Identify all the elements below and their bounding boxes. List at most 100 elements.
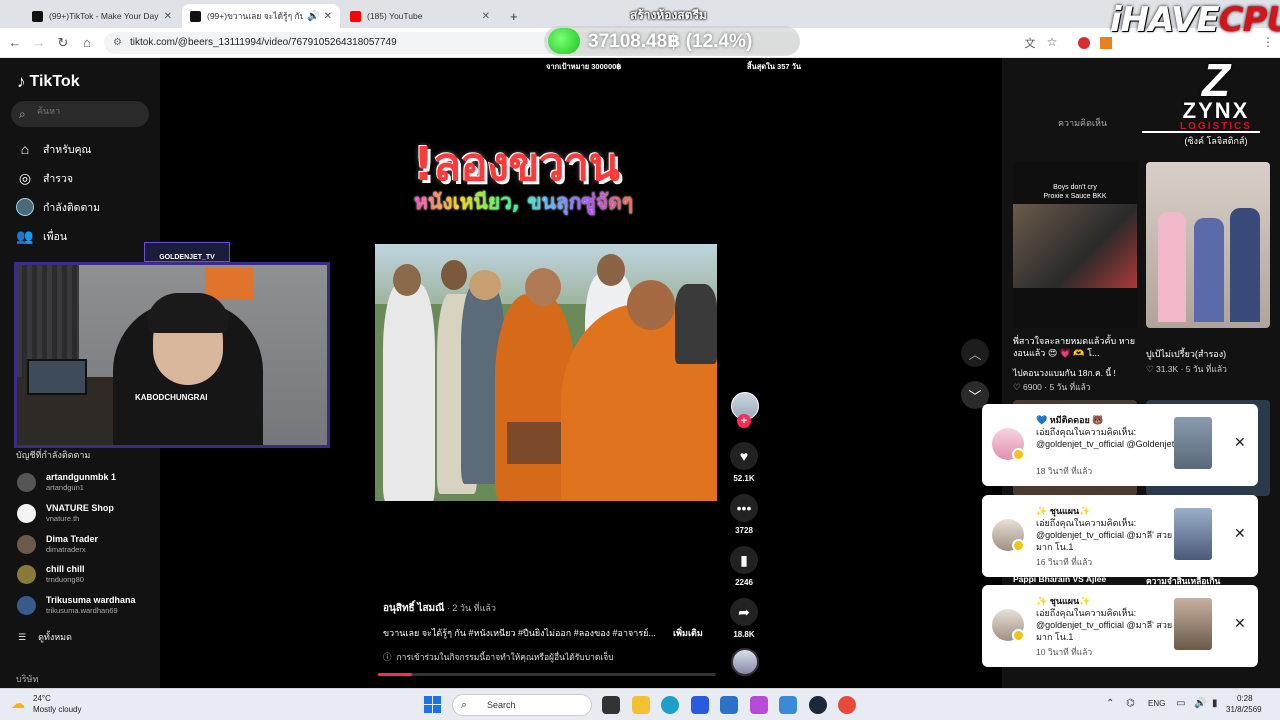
related-video-thumbnail[interactable]: Boys don't cry Proxie x Sauce BKK [1013,162,1137,328]
site-info-icon[interactable]: ⚙ [113,37,122,48]
mention-notification[interactable]: 💙 หมีติดดอย 🐻 เอ่ยถึงคุณในความคิดเห็น: @… [982,404,1258,486]
nav-following[interactable]: กำลังติดตาม [16,197,100,217]
donation-goal-bar: 37108.48฿ (12.4%) [544,26,800,56]
nav-label: กำลังติดตาม [43,201,101,214]
tab-close-icon[interactable]: ✕ [482,11,490,22]
related-video-title[interactable]: พี่สาวใจละลายหมดแล้วคั้บ หายงอนแล้ว 😍 💗 … [1013,335,1137,359]
close-icon[interactable]: ✕ [1234,615,1246,632]
tab-title: (99+)ขวานเลย จะได้รู้ๆ กัน #หนั [207,11,304,21]
related-video-thumbnail[interactable] [1146,162,1270,328]
comment-button[interactable]: ••• 3728 [729,494,759,535]
network-icon[interactable]: ⌬ [1126,698,1135,709]
tab-mute-icon[interactable]: 🔊 [307,11,319,22]
task-view-icon[interactable] [602,696,620,714]
steam-icon[interactable] [809,696,827,714]
volume-icon[interactable]: 🔊 [1194,698,1206,709]
store-icon[interactable] [720,696,738,714]
pen-app-icon[interactable] [691,696,709,714]
officer-figure [383,284,435,501]
language-indicator[interactable]: ENG [1148,699,1165,708]
home-icon[interactable]: ⌂ [79,35,95,50]
tab-comments[interactable]: ความคิดเห็น [1058,116,1107,130]
forward-icon[interactable]: → [31,35,47,50]
copilot-icon[interactable] [750,696,768,714]
thumb-image [1013,204,1137,288]
streamer-hair [147,293,229,333]
like-button[interactable]: ♥ 52.1K [729,442,759,483]
following-account[interactable]: chill chill trnduong80 [17,564,85,584]
tab-youtube[interactable]: (185) YouTube ✕ [342,4,498,28]
bookmark-star-icon[interactable]: ☆ [1044,35,1060,49]
clock-time[interactable]: 0:28 [1237,694,1253,703]
compass-icon: ◎ [18,169,32,186]
following-account[interactable]: Dima Trader dimatraderx [17,534,98,554]
related-video-meta: ♡ 6900 · 5 วัน ที่แล้ว [1013,382,1091,392]
share-button[interactable]: ➦ 18.8K [729,598,759,639]
video-progress-fill [378,673,412,676]
new-tab-button[interactable]: + [502,4,522,28]
donation-remaining-text: สิ้นสุดใน 357 วัน [747,62,801,71]
nav-for-you[interactable]: ⌂ สำหรับคุณ [16,139,92,159]
battery-icon[interactable]: ▮ [1212,698,1218,709]
tiktok-note-icon: ♪ [17,72,26,91]
start-button[interactable] [424,696,442,714]
translate-icon[interactable]: 文 [1022,35,1038,51]
see-all-button[interactable]: ☰ ดูทั้งหมด [18,630,72,644]
following-account[interactable]: artandgunmbk 1 artandgun1 [17,472,116,492]
video-author[interactable]: อนุสิทธิ์ ไสมณี · 2 วัน ที่แล้ว [383,601,496,616]
video-progress-bar[interactable] [378,673,716,676]
back-icon[interactable]: ← [7,35,23,50]
following-account[interactable]: Trikusuma wardhana trikusuma.wardhan69 [17,595,136,615]
thumb-figure [1194,218,1224,322]
close-icon[interactable]: ✕ [1234,525,1246,542]
display-icon[interactable]: ▭ [1176,698,1185,709]
webcam-frame: KABODCHUNGRAI [14,262,330,448]
tab-close-icon[interactable]: ✕ [164,11,172,22]
nav-explore[interactable]: ◎ สำรวจ [16,168,73,188]
search-label: Search [487,700,516,710]
weather-desc[interactable]: Mostly cloudy [33,705,81,714]
notification-time: 10 วินาที ที่แล้ว [1036,647,1093,657]
avatar [17,503,36,523]
tab-tiktok-home[interactable]: (99+)TikTok - Make Your Day ✕ [24,4,180,28]
app-icon[interactable] [779,696,797,714]
mention-notification[interactable]: ✨ ชุนแผน✨ เอ่ยถึงคุณในความคิดเห็น: @gold… [982,495,1258,577]
related-video-title[interactable]: ปูเป้ไม่เปรี้ยว(สำรอง) [1146,348,1270,360]
share-count: 18.8K [733,630,755,639]
edge-icon[interactable] [661,696,679,714]
author-name: อนุสิทธิ์ ไสมณี [383,603,445,614]
search-input[interactable] [37,106,137,116]
badge-icon [1012,448,1025,461]
search-box[interactable]: ⌕ [11,101,149,127]
following-account[interactable]: VNATURE Shop vnature.th [17,503,114,523]
follow-plus-icon[interactable]: + [737,414,751,428]
tab-title: (185) YouTube [367,11,423,21]
music-disc-icon[interactable] [731,648,759,676]
taskbar-search[interactable]: ⌕ Search [452,694,592,716]
chrome-icon[interactable] [838,696,856,714]
clock-date[interactable]: 31/8/2569 [1226,705,1262,714]
weather-icon[interactable]: ☁ [11,695,25,712]
search-icon: ⌕ [461,699,468,711]
tiktok-logo[interactable]: ♪ TikTok [17,72,80,92]
chevron-up-icon[interactable]: ⌃ [1106,698,1114,709]
file-explorer-icon[interactable] [632,696,650,714]
tab-tiktok-video[interactable]: (99+)ขวานเลย จะได้รู้ๆ กัน #หนั 🔊 ✕ [182,4,340,28]
previous-video-button[interactable]: ︿ [961,339,989,367]
hat-icon [469,270,501,300]
save-button[interactable]: ▮ 2246 [729,546,759,587]
tab-close-icon[interactable]: ✕ [324,11,332,22]
adblock-extension-icon[interactable] [1078,37,1090,49]
account-name: Dima Trader [46,534,99,544]
company-link[interactable]: บริษัท [16,672,38,686]
video-player[interactable] [375,244,717,501]
like-count: 52.1K [733,474,755,483]
shirt-text: KABODCHUNGRAI [135,393,208,402]
avatar [17,534,36,554]
video-caption: ขวานเลย จะได้รู้ๆ กัน #หนังเหนียว #ปืนยิ… [383,628,656,638]
weather-temp[interactable]: 24°C [33,694,51,703]
see-more-button[interactable]: เพิ่มเติม [673,626,703,640]
mention-notification[interactable]: ✨ ชุนแผน✨ เอ่ยถึงคุณในความคิดเห็น: @gold… [982,585,1258,667]
reload-icon[interactable]: ↻ [55,35,71,51]
close-icon[interactable]: ✕ [1234,434,1246,451]
